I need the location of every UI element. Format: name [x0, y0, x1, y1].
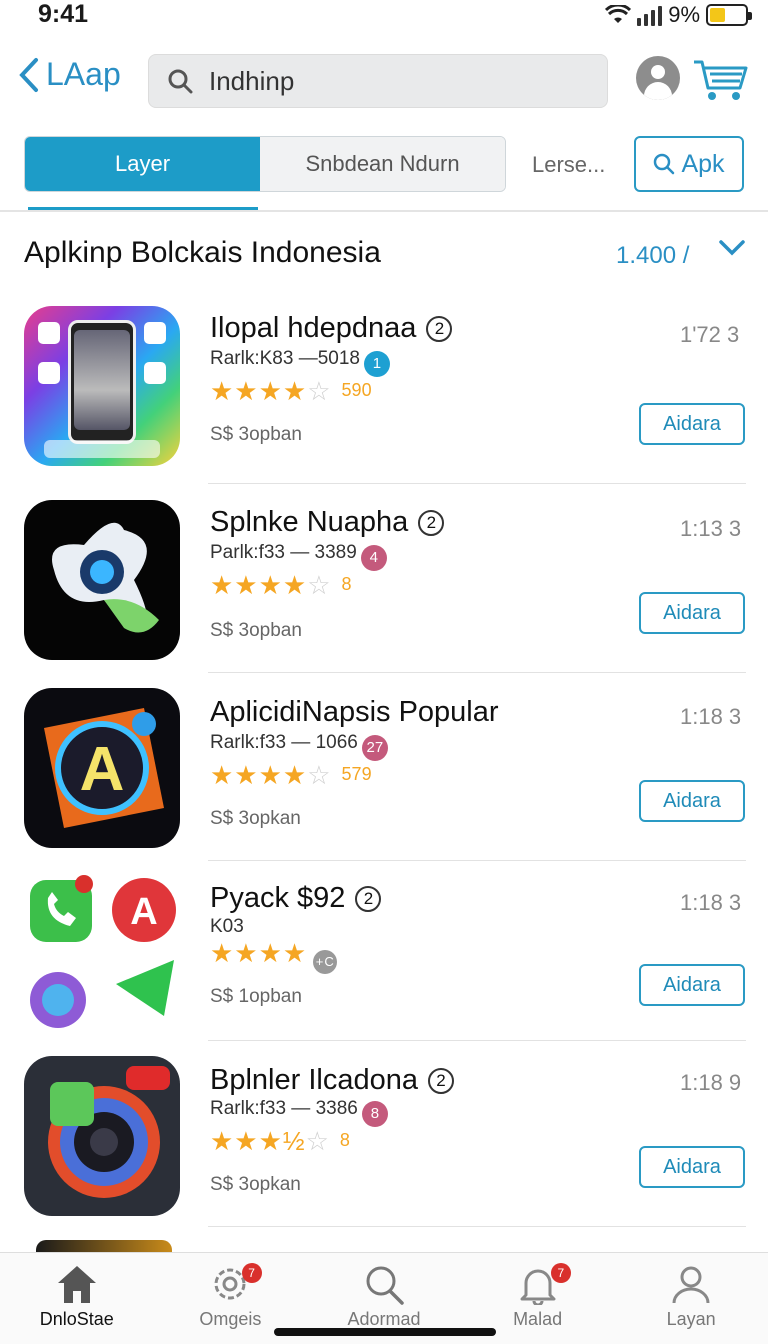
section-title: Aplkinp Bolckais Indonesia	[24, 236, 381, 269]
verify-icon: 2	[418, 510, 445, 536]
header: LAap	[0, 50, 768, 110]
section-count: 1.400 /	[616, 242, 690, 269]
rank-badge: 27	[361, 735, 388, 761]
chevron-left-icon	[19, 57, 38, 92]
app-subtitle: S$ 3opban	[210, 620, 302, 641]
get-button[interactable]: Aidara	[639, 964, 745, 1006]
search-bar[interactable]	[148, 54, 608, 108]
app-subtitle: S$ 3opkan	[210, 1174, 301, 1195]
back-label: LAap	[46, 56, 121, 92]
app-subtitle: S$ 3opban	[210, 424, 302, 445]
divider	[208, 1040, 746, 1041]
battery-icon	[706, 4, 752, 26]
rating-count: 590	[341, 380, 372, 400]
rank-badge: 1	[363, 351, 390, 377]
app-time: 1'72 3	[680, 322, 740, 347]
chevron-down-icon[interactable]	[718, 236, 746, 260]
notification-badge: 7	[550, 1263, 571, 1283]
svg-text:A: A	[80, 735, 125, 804]
get-button[interactable]: Aidara	[639, 1146, 745, 1188]
app-time: 1:18 3	[680, 704, 742, 729]
verify-icon: 2	[355, 886, 382, 912]
app-icon-letter-a: A	[24, 688, 180, 848]
rating-count: 8	[341, 574, 352, 594]
nav-label: Layan	[666, 1309, 716, 1329]
tab-snbdean[interactable]: Snbdean Ndurn	[260, 137, 505, 191]
app-rank: Rarlk:f33 — 3386 8	[210, 1098, 388, 1127]
app-name: Pyack $92 2	[210, 882, 382, 915]
svg-text:A: A	[130, 891, 157, 933]
nav-label: Omgeis	[199, 1309, 262, 1329]
app-rank: K03	[210, 916, 244, 937]
nav-label: DnloStae	[39, 1309, 114, 1329]
app-name: Splnke Nuapha 2	[210, 506, 445, 539]
divider	[208, 860, 746, 861]
rating-count: 579	[341, 764, 372, 784]
nav-label: Malad	[513, 1309, 563, 1329]
avatar[interactable]	[636, 56, 680, 100]
apk-button-label: Apk	[681, 149, 725, 178]
app-rank: Rarlk:K83 —5018 1	[210, 348, 390, 377]
app-name: AplicidiNapsis Popular	[210, 696, 499, 728]
search-input[interactable]	[209, 65, 589, 97]
status-time: 9:41	[38, 0, 89, 28]
status-bar: 9:41 9%	[0, 0, 768, 30]
app-time: 1:13 3	[680, 516, 742, 541]
search-icon	[168, 69, 193, 94]
divider	[208, 672, 746, 673]
get-button[interactable]: Aidara	[639, 403, 745, 445]
divider	[208, 483, 746, 484]
app-name: Ilopal hdepdnaa 2	[210, 312, 453, 345]
tab-layer[interactable]: Layer	[25, 137, 261, 191]
cellular-signal-icon	[637, 4, 663, 26]
app-icon-creature	[24, 500, 180, 660]
app-rank: Parlk:f33 — 3389 4	[210, 542, 387, 571]
app-time: 1:18 3	[680, 890, 742, 915]
notification-badge: 7	[241, 1263, 262, 1283]
cart-icon[interactable]	[692, 56, 748, 102]
verify-icon: 2	[427, 1068, 454, 1094]
app-time: 1:18 9	[680, 1070, 742, 1095]
app-icon-partial	[36, 1240, 172, 1252]
nav-item-home[interactable]: DnloStae	[0, 1253, 154, 1344]
app-rank: Rarlk:f33 — 1066 27	[210, 732, 388, 761]
segmented-control: Layer Snbdean Ndurn	[24, 136, 506, 192]
nav-label: Adormad	[347, 1309, 421, 1329]
back-button[interactable]: LAap	[18, 56, 121, 93]
get-button[interactable]: Aidara	[639, 592, 745, 634]
app-icon-phone	[24, 306, 180, 466]
search-icon	[654, 153, 675, 175]
app-subtitle: S$ 1opban	[210, 986, 302, 1007]
battery-percent: 9%	[668, 2, 700, 27]
apk-search-button[interactable]: Apk	[634, 136, 744, 192]
home-indicator	[274, 1328, 496, 1336]
rank-badge: 8	[361, 1101, 388, 1127]
search-icon	[366, 1266, 404, 1305]
app-icon-cluster: A	[24, 874, 184, 1038]
app-icon-media	[24, 1056, 180, 1216]
status-indicators: 9%	[605, 2, 752, 28]
star-rating: ★★★★ +C	[210, 938, 338, 974]
app-name: Bplnler Ilcadona 2	[210, 1064, 454, 1097]
tab-bar: Layer Snbdean Ndurn Lerse... Apk	[24, 136, 744, 192]
divider	[0, 210, 768, 212]
star-rating: ★★★★☆ 590	[210, 376, 372, 406]
nav-item-profile[interactable]: Layan	[614, 1253, 768, 1344]
home-icon	[57, 1266, 96, 1303]
app-subtitle: S$ 3opkan	[210, 808, 301, 829]
get-button[interactable]: Aidara	[639, 780, 745, 822]
star-rating: ★★★★☆ 579	[210, 760, 372, 790]
verify-icon: 2	[426, 316, 453, 342]
divider	[208, 1226, 746, 1227]
rating-count: 8	[339, 1130, 350, 1150]
star-rating: ★★★★☆ 8	[210, 570, 352, 600]
rank-badge: 4	[360, 545, 387, 571]
tab-more[interactable]: Lerse...	[532, 152, 605, 178]
user-icon	[672, 1266, 710, 1304]
star-rating: ★★★½☆ 8	[210, 1126, 350, 1156]
wifi-icon	[605, 5, 632, 23]
